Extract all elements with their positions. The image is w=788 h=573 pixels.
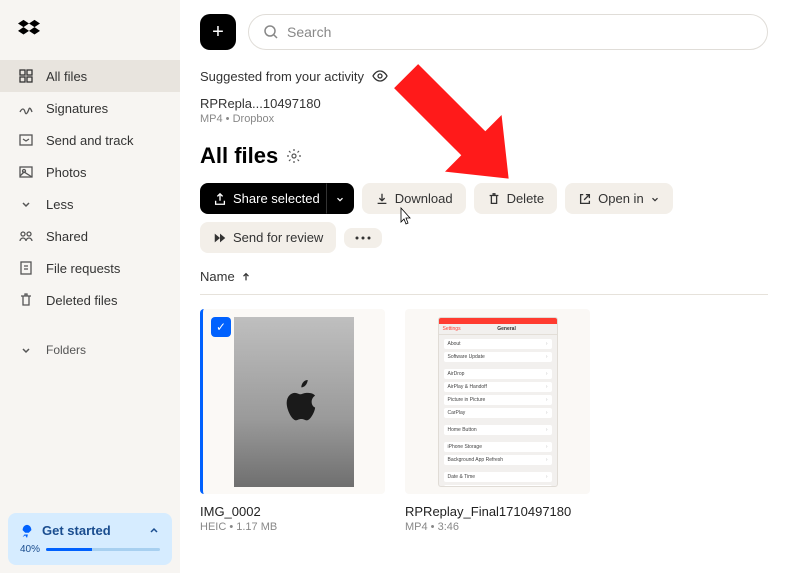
search-placeholder: Search bbox=[287, 24, 331, 40]
nav-label: Folders bbox=[46, 343, 86, 357]
gear-icon[interactable] bbox=[286, 148, 302, 164]
chevron-up-icon bbox=[148, 525, 160, 537]
trash-icon bbox=[487, 192, 501, 206]
nav-shared[interactable]: Shared bbox=[0, 220, 180, 252]
shared-icon bbox=[18, 228, 34, 244]
chevron-down-icon bbox=[18, 342, 34, 358]
download-icon bbox=[375, 192, 389, 206]
open-in-button[interactable]: Open in bbox=[565, 183, 673, 214]
file-grid: ✓ IMG_0002 HEIC • 1.17 MB Settings Gener… bbox=[200, 309, 768, 533]
main-content: + Search Suggested from your activity RP… bbox=[180, 0, 788, 573]
nav-label: All files bbox=[46, 69, 87, 84]
file-item[interactable]: Settings General AboutSoftware UpdateAir… bbox=[405, 309, 590, 533]
nav-file-requests[interactable]: File requests bbox=[0, 252, 180, 284]
get-started-label: Get started bbox=[42, 523, 111, 538]
files-icon bbox=[18, 68, 34, 84]
nav-label: Signatures bbox=[46, 101, 108, 116]
get-started-card[interactable]: Get started 40% bbox=[8, 513, 172, 565]
nav-photos[interactable]: Photos bbox=[0, 156, 180, 188]
nav-signatures[interactable]: Signatures bbox=[0, 92, 180, 124]
action-bar: Share selected Download Delete Open in S… bbox=[200, 183, 768, 253]
file-item[interactable]: ✓ IMG_0002 HEIC • 1.17 MB bbox=[200, 309, 385, 533]
selected-check-icon[interactable]: ✓ bbox=[211, 317, 231, 337]
chevron-down-icon bbox=[18, 196, 34, 212]
sort-header[interactable]: Name bbox=[200, 269, 768, 295]
share-selected-button[interactable]: Share selected bbox=[200, 183, 333, 214]
open-icon bbox=[578, 192, 592, 206]
file-meta: HEIC • 1.17 MB bbox=[200, 521, 385, 533]
nav-label: Send and track bbox=[46, 133, 133, 148]
overflow-button[interactable] bbox=[344, 228, 382, 248]
search-input[interactable]: Search bbox=[248, 14, 768, 50]
nav-label: File requests bbox=[46, 261, 120, 276]
nav-send-track[interactable]: Send and track bbox=[0, 124, 180, 156]
thumbnail-image: Settings General AboutSoftware UpdateAir… bbox=[438, 317, 558, 487]
thumbnail-image bbox=[234, 317, 354, 487]
delete-button[interactable]: Delete bbox=[474, 183, 558, 214]
rocket-icon bbox=[20, 524, 34, 538]
share-dropdown-button[interactable] bbox=[326, 183, 354, 214]
file-name: RPReplay_Final1710497180 bbox=[405, 504, 590, 519]
eye-icon[interactable] bbox=[372, 68, 388, 84]
send-for-review-button[interactable]: Send for review bbox=[200, 222, 336, 253]
nav-label: Photos bbox=[46, 165, 86, 180]
fast-forward-icon bbox=[213, 231, 227, 245]
settings-rows: AboutSoftware UpdateAirDropAirPlay & Han… bbox=[439, 335, 557, 487]
nav-folders[interactable]: Folders bbox=[0, 334, 180, 366]
suggested-meta: MP4 • Dropbox bbox=[200, 113, 768, 125]
nav-label: Less bbox=[46, 197, 73, 212]
share-icon bbox=[213, 192, 227, 206]
trash-icon bbox=[18, 292, 34, 308]
photos-icon bbox=[18, 164, 34, 180]
sort-label: Name bbox=[200, 269, 235, 284]
nav-label: Deleted files bbox=[46, 293, 118, 308]
nav-deleted[interactable]: Deleted files bbox=[0, 284, 180, 316]
arrow-up-icon bbox=[241, 272, 251, 282]
file-thumbnail[interactable]: Settings General AboutSoftware UpdateAir… bbox=[405, 309, 590, 494]
topbar: + Search bbox=[200, 14, 768, 50]
file-name: IMG_0002 bbox=[200, 504, 385, 519]
progress-bar bbox=[46, 548, 160, 551]
dropbox-logo bbox=[18, 18, 40, 40]
nav-list: All files Signatures Send and track Phot… bbox=[0, 60, 180, 366]
suggested-title: RPRepla...10497180 bbox=[200, 96, 768, 111]
chevron-down-icon bbox=[650, 194, 660, 204]
file-thumbnail[interactable]: ✓ bbox=[200, 309, 385, 494]
sidebar: All files Signatures Send and track Phot… bbox=[0, 0, 180, 573]
nav-less[interactable]: Less bbox=[0, 188, 180, 220]
ellipsis-icon bbox=[355, 236, 371, 240]
suggested-card[interactable]: RPRepla...10497180 MP4 • Dropbox bbox=[200, 96, 768, 125]
search-icon bbox=[263, 24, 279, 40]
send-icon bbox=[18, 132, 34, 148]
request-icon bbox=[18, 260, 34, 276]
add-button[interactable]: + bbox=[200, 14, 236, 50]
progress-text: 40% bbox=[20, 544, 40, 555]
page-title: All files bbox=[200, 143, 278, 169]
file-meta: MP4 • 3:46 bbox=[405, 521, 590, 533]
download-button[interactable]: Download bbox=[362, 183, 466, 214]
nav-label: Shared bbox=[46, 229, 88, 244]
suggested-heading: Suggested from your activity bbox=[200, 68, 768, 84]
signature-icon bbox=[18, 100, 34, 116]
nav-all-files[interactable]: All files bbox=[0, 60, 180, 92]
